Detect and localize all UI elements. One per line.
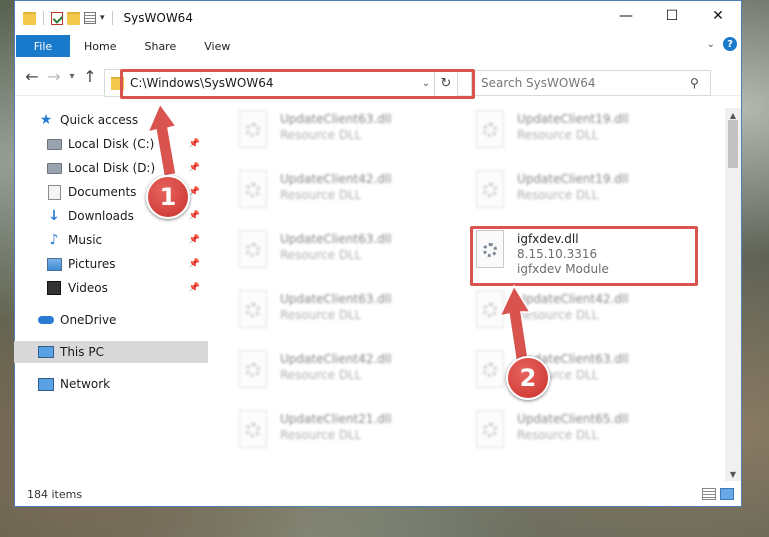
- step-badge-1: 1: [146, 175, 190, 219]
- annotation-arrows: [146, 102, 532, 361]
- arrow-up-icon: [146, 102, 178, 177]
- step-badge-2: 2: [506, 356, 550, 400]
- arrow-up-icon: [498, 284, 532, 361]
